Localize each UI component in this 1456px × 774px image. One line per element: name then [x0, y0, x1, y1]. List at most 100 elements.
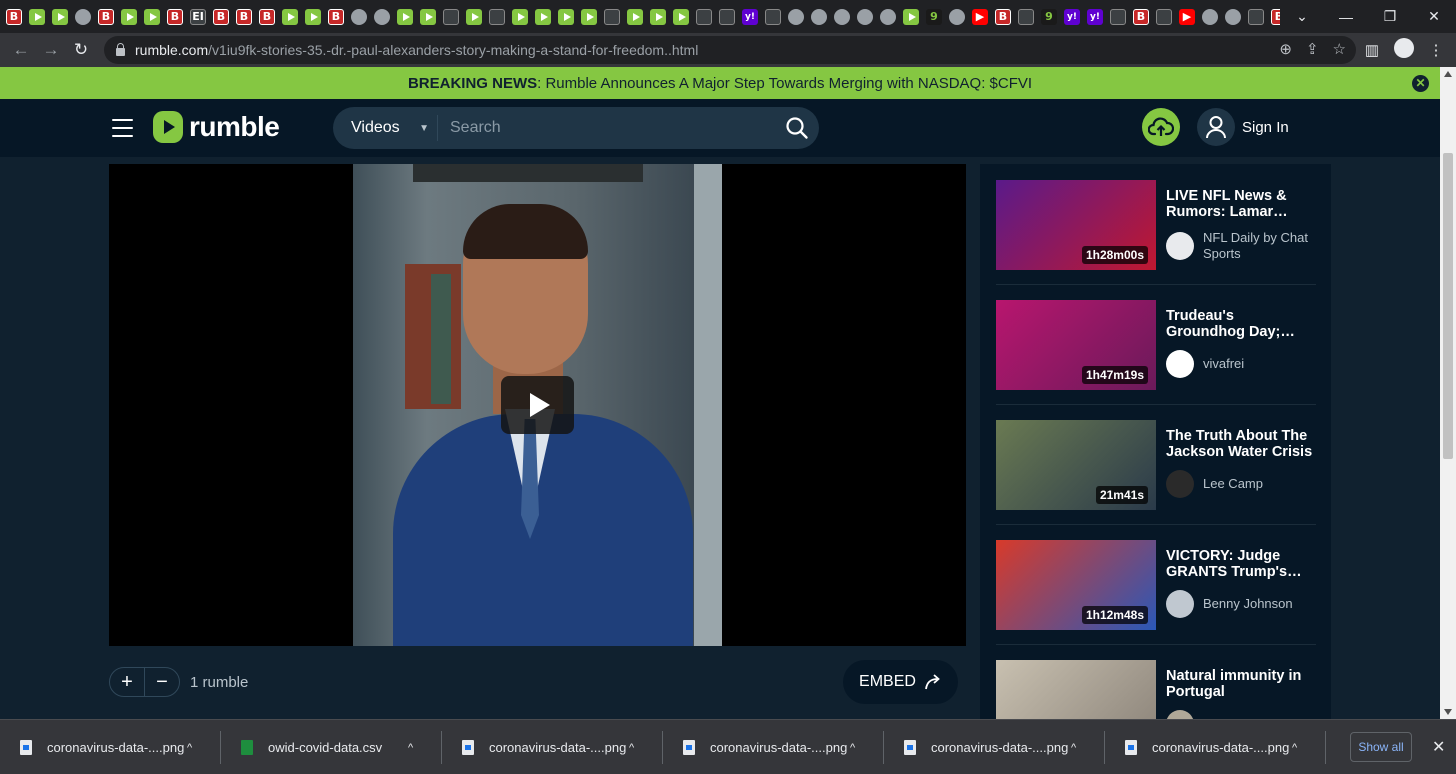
scrollbar-thumb[interactable]: [1443, 153, 1453, 459]
browser-tab[interactable]: [581, 8, 597, 25]
browser-tab[interactable]: [857, 8, 873, 25]
bookmark-star-icon[interactable]: ☆: [1333, 40, 1346, 58]
reload-button[interactable]: ↻: [66, 40, 96, 60]
browser-tab[interactable]: 9: [1041, 8, 1057, 25]
browser-tab[interactable]: [29, 8, 45, 25]
browser-tab[interactable]: B: [167, 8, 183, 25]
search-category-select[interactable]: Videos ▼: [333, 115, 438, 141]
profile-avatar-icon[interactable]: [1394, 38, 1414, 62]
zoom-icon[interactable]: ⊕: [1279, 40, 1292, 58]
browser-tab[interactable]: [466, 8, 482, 25]
chevron-up-icon[interactable]: ^: [629, 742, 634, 754]
video-thumbnail[interactable]: 1h47m19s: [996, 300, 1156, 390]
channel-name[interactable]: vivafrei: [1203, 356, 1244, 372]
hamburger-menu-icon[interactable]: [112, 119, 133, 137]
scroll-up-arrow-icon[interactable]: [1444, 71, 1452, 77]
channel-info[interactable]: Benny Johnson: [1166, 590, 1316, 618]
search-icon[interactable]: [775, 116, 819, 140]
recommended-video[interactable]: 1h47m19s Trudeau's Groundhog Day;… vivafre…: [996, 300, 1316, 400]
browser-tab[interactable]: [788, 8, 804, 25]
recommended-video[interactable]: 1h28m00s LIVE NFL News & Rumors: Lamar… NF…: [996, 180, 1316, 280]
channel-avatar[interactable]: [1166, 350, 1194, 378]
browser-tab[interactable]: [351, 8, 367, 25]
channel-name[interactable]: NFL Daily by Chat Sports: [1203, 230, 1316, 262]
video-title[interactable]: VICTORY: Judge GRANTS Trump's…: [1166, 548, 1316, 580]
channel-avatar[interactable]: [1166, 232, 1194, 260]
channel-name[interactable]: Lee Camp: [1203, 476, 1263, 492]
browser-tab[interactable]: [650, 8, 666, 25]
channel-info[interactable]: Lee Camp: [1166, 470, 1316, 498]
browser-tab[interactable]: y!: [1064, 8, 1080, 25]
banner-close-icon[interactable]: ✕: [1412, 75, 1429, 92]
minimize-button[interactable]: —: [1324, 9, 1368, 25]
browser-tab[interactable]: [880, 8, 896, 25]
browser-tab[interactable]: [52, 8, 68, 25]
recommended-video[interactable]: 1h12m48s VICTORY: Judge GRANTS Trump's… Be…: [996, 540, 1316, 640]
video-title[interactable]: The Truth About The Jackson Water Crisis: [1166, 428, 1316, 460]
browser-tab[interactable]: [75, 8, 91, 25]
menu-kebab-icon[interactable]: ⋮: [1426, 41, 1446, 59]
channel-name[interactable]: Benny Johnson: [1203, 596, 1293, 612]
browser-tab[interactable]: [696, 8, 712, 25]
browser-tab[interactable]: B: [213, 8, 229, 25]
chevron-up-icon[interactable]: ^: [408, 742, 413, 754]
browser-tab[interactable]: B: [328, 8, 344, 25]
browser-tab[interactable]: [489, 8, 505, 25]
browser-tab[interactable]: [834, 8, 850, 25]
upload-button[interactable]: [1142, 108, 1180, 146]
browser-tab[interactable]: [121, 8, 137, 25]
video-title[interactable]: LIVE NFL News & Rumors: Lamar…: [1166, 188, 1316, 220]
restore-button[interactable]: ❐: [1368, 8, 1412, 25]
video-title[interactable]: Natural immunity in Portugal: [1166, 668, 1316, 700]
browser-tab[interactable]: [1248, 8, 1264, 25]
browser-tab[interactable]: EI: [190, 8, 206, 25]
downvote-button[interactable]: −: [145, 668, 179, 696]
share-icon[interactable]: ⇪: [1306, 40, 1319, 58]
browser-tab[interactable]: [1110, 8, 1126, 25]
video-thumbnail[interactable]: 21m41s: [996, 420, 1156, 510]
download-item[interactable]: coronavirus-data-....png ^: [462, 720, 634, 774]
chevron-up-icon[interactable]: ^: [1071, 742, 1076, 754]
browser-tab[interactable]: [144, 8, 160, 25]
browser-tab[interactable]: [811, 8, 827, 25]
browser-tab[interactable]: B: [1271, 8, 1280, 25]
browser-tab[interactable]: [604, 8, 620, 25]
sign-in-button[interactable]: Sign In: [1197, 108, 1289, 146]
channel-info[interactable]: vivafrei: [1166, 350, 1316, 378]
browser-tab[interactable]: [397, 8, 413, 25]
video-title[interactable]: Trudeau's Groundhog Day;…: [1166, 308, 1316, 340]
scroll-down-arrow-icon[interactable]: [1444, 709, 1452, 715]
channel-avatar[interactable]: [1166, 590, 1194, 618]
browser-tab[interactable]: [1225, 8, 1241, 25]
browser-tab[interactable]: [305, 8, 321, 25]
video-thumbnail[interactable]: 1h28m00s: [996, 180, 1156, 270]
browser-tab[interactable]: [374, 8, 390, 25]
embed-button[interactable]: EMBED: [843, 660, 958, 704]
channel-info[interactable]: NFL Daily by Chat Sports: [1166, 230, 1316, 262]
browser-tab[interactable]: B: [1133, 8, 1149, 25]
browser-tab[interactable]: [282, 8, 298, 25]
download-item[interactable]: coronavirus-data-....png ^: [1125, 720, 1297, 774]
recommended-video[interactable]: 21m41s The Truth About The Jackson Water …: [996, 420, 1316, 520]
upvote-button[interactable]: +: [110, 668, 145, 696]
browser-tab[interactable]: [1156, 8, 1172, 25]
browser-tab[interactable]: y!: [742, 8, 758, 25]
channel-avatar[interactable]: [1166, 470, 1194, 498]
browser-tab[interactable]: [719, 8, 735, 25]
browser-tab[interactable]: y!: [1087, 8, 1103, 25]
video-player[interactable]: [109, 164, 966, 646]
download-item[interactable]: coronavirus-data-....png ^: [683, 720, 855, 774]
browser-tab[interactable]: [765, 8, 781, 25]
browser-tab[interactable]: [949, 8, 965, 25]
forward-button[interactable]: →: [36, 40, 66, 60]
browser-tab[interactable]: [512, 8, 528, 25]
address-bar[interactable]: rumble.com/v1iu9fk-stories-35.-dr.-paul-…: [104, 36, 1356, 64]
download-item[interactable]: owid-covid-data.csv ^: [241, 720, 413, 774]
browser-tab[interactable]: [535, 8, 551, 25]
browser-tab[interactable]: B: [236, 8, 252, 25]
browser-tab[interactable]: 9: [926, 8, 942, 25]
breaking-news-banner[interactable]: BREAKING NEWS: Rumble Announces A Major …: [0, 67, 1440, 99]
chevron-up-icon[interactable]: ^: [187, 742, 192, 754]
browser-tab[interactable]: B: [995, 8, 1011, 25]
tab-search-chevron-icon[interactable]: ⌄: [1280, 8, 1324, 25]
